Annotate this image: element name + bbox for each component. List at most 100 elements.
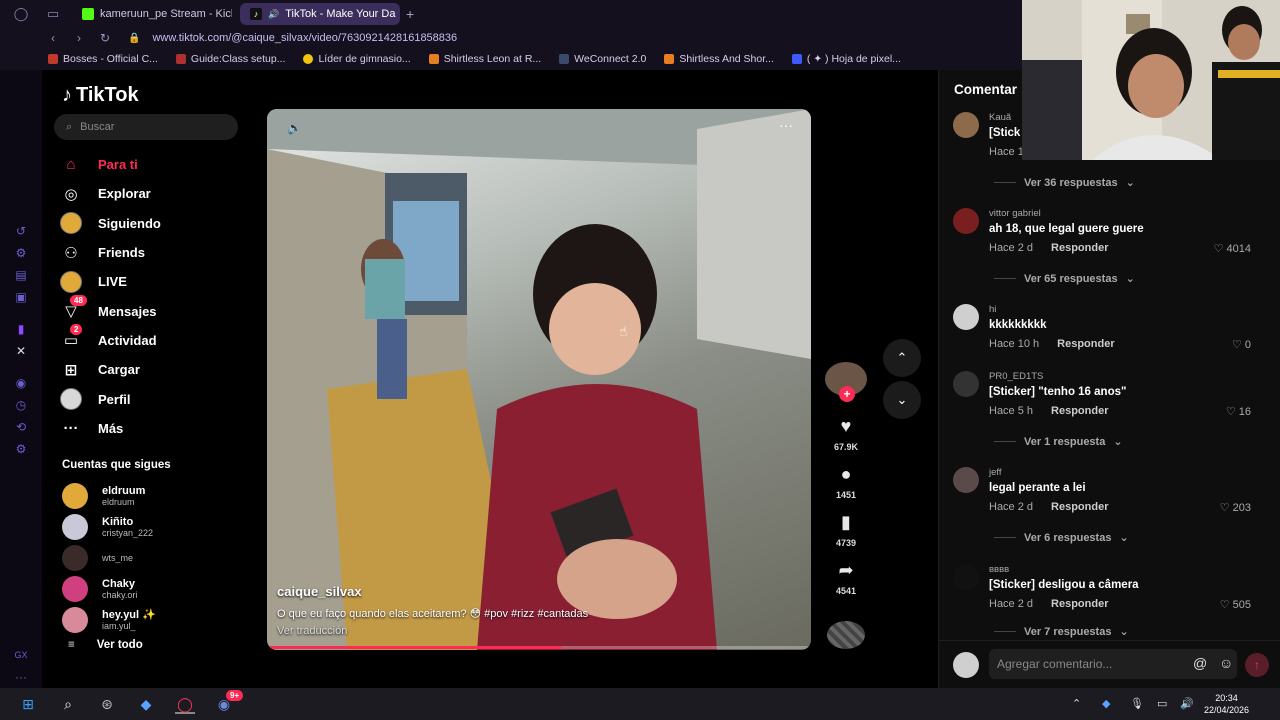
comment-action[interactable]: ● 1451 [822, 460, 870, 501]
menu-item-mensajes[interactable]: ▽ 48 Mensajes [60, 295, 161, 325]
menu-item-live[interactable]: LIVE [60, 267, 161, 296]
url-field[interactable]: www.tiktok.com/@caique_silvax/video/7630… [152, 32, 457, 44]
view-replies-button[interactable]: Ver 7 respuestas ⌄ [994, 625, 1129, 638]
send-comment-button[interactable]: ↑ [1245, 653, 1269, 677]
opera-menu-icon[interactable]: ◯ [10, 3, 32, 25]
menu-item-friends[interactable]: ⚇ Friends [60, 238, 161, 267]
view-replies-button[interactable]: Ver 1 respuesta ⌄ [994, 435, 1123, 448]
new-tab-button[interactable]: + [406, 6, 414, 22]
windows-start-icon[interactable]: ⊞ [18, 694, 38, 714]
comment-like-button[interactable]: ♡ 203 [1220, 501, 1251, 515]
comment-like-button[interactable]: ♡ 505 [1220, 598, 1251, 612]
video-player[interactable]: 🔈 ··· ☝ caique_silvax O que eu faço quan… [267, 109, 811, 650]
comment-like-button[interactable]: ♡ 0 [1232, 338, 1251, 352]
tab-overview-icon[interactable]: ▭ [42, 3, 64, 25]
bookmark-item[interactable]: Shirtless Leon at R... [428, 53, 541, 65]
view-replies-button[interactable]: Ver 6 respuestas ⌄ [994, 531, 1129, 544]
next-video-button[interactable]: ⌄ [883, 381, 921, 419]
tray-volume-icon[interactable]: 🔊 [1180, 697, 1194, 710]
view-replies-button[interactable]: Ver 36 respuestas ⌄ [994, 176, 1135, 189]
taskbar-steam-icon[interactable]: ⊛ [97, 694, 117, 714]
sidebar-bot-icon[interactable]: ⚙ [12, 244, 30, 262]
menu-item-siguiendo[interactable]: Siguiendo [60, 209, 161, 238]
comment-user[interactable]: hi [989, 304, 996, 315]
following-account[interactable]: wts_me [62, 542, 156, 573]
mention-icon[interactable]: @ [1193, 655, 1207, 671]
share-action[interactable]: ➦ 4541 [822, 556, 870, 597]
following-account[interactable]: hey.yul ✨ iam.yul_ [62, 604, 156, 635]
reply-button[interactable]: Responder [1057, 338, 1114, 350]
taskbar-discord-icon[interactable]: ◉ 9+ [214, 690, 244, 714]
tray-mic-icon[interactable]: 🎙 [1130, 697, 1144, 710]
mute-icon[interactable]: 🔈 [287, 121, 302, 135]
taskbar-opera-gx-icon[interactable]: ◯ [175, 694, 195, 714]
search-input[interactable]: ⌕ Buscar [54, 114, 238, 140]
taskbar-app-icon[interactable]: ◆ [136, 694, 156, 714]
system-clock[interactable]: 20:34 22/04/2026 [1204, 692, 1249, 716]
comment-user[interactable]: vittor gabriel [989, 208, 1041, 219]
tray-app-icon[interactable]: ◆ [1102, 697, 1110, 710]
tray-chevron-up-icon[interactable]: ⌃ [1072, 697, 1081, 710]
tray-display-icon[interactable]: ▭ [1157, 697, 1167, 710]
follow-plus-button[interactable]: + [839, 386, 855, 402]
sidebar-twitch-icon[interactable]: ▮ [12, 320, 30, 338]
tab-kick[interactable]: kameruun_pe Stream - Kick [72, 3, 232, 25]
see-translation-link[interactable]: Ver traducción [277, 625, 347, 637]
following-account[interactable]: Kiñito cristyan_222 [62, 511, 156, 542]
comment-icon[interactable]: ● [832, 460, 860, 488]
bookmark-item[interactable]: Líder de gimnasio... [303, 53, 411, 65]
comment-like-button[interactable]: ♡ 4014 [1214, 242, 1251, 256]
sidebar-history-icon[interactable]: ↺ [12, 222, 30, 240]
bookmark-item[interactable]: Shirtless And Shor... [664, 53, 774, 65]
sidebar-clock-icon[interactable]: ◷ [12, 396, 30, 414]
forward-icon[interactable]: › [68, 31, 90, 45]
video-author[interactable]: caique_silvax [277, 584, 362, 599]
tab-tiktok[interactable]: ♪ 🔊 TikTok - Make Your Da [240, 3, 400, 25]
avatar[interactable] [953, 112, 979, 138]
menu-item-explorar[interactable]: ◎ Explorar [60, 179, 161, 208]
save-action[interactable]: ▮ 4739 [822, 508, 870, 549]
menu-item-actividad[interactable]: ▭ 2 Actividad [60, 324, 161, 355]
more-options-icon[interactable]: ··· [779, 117, 793, 133]
video-progress-bar[interactable] [267, 646, 811, 649]
avatar[interactable] [953, 304, 979, 330]
avatar[interactable] [953, 467, 979, 493]
sidebar-wallet-icon[interactable]: ▤ [12, 266, 30, 284]
sidebar-gx-icon[interactable]: GX [12, 646, 30, 664]
taskbar-search-icon[interactable]: ⌕ [58, 694, 78, 714]
heart-icon[interactable]: ♥ [832, 412, 860, 440]
comment-user[interactable]: jeff [989, 467, 1002, 478]
comment-user[interactable]: PR0_ED1TS [989, 371, 1043, 382]
share-icon[interactable]: ➦ [832, 556, 860, 584]
following-account[interactable]: eldruum eldruum [62, 480, 156, 511]
reply-button[interactable]: Responder [1051, 405, 1108, 417]
avatar[interactable] [953, 371, 979, 397]
emoji-icon[interactable]: ☺ [1219, 655, 1233, 671]
sidebar-refresh-icon[interactable]: ⟲ [12, 418, 30, 436]
comment-like-button[interactable]: ♡ 16 [1226, 405, 1251, 419]
comment-user[interactable]: вввв [989, 564, 1009, 575]
previous-video-button[interactable]: ⌃ [883, 339, 921, 377]
reply-button[interactable]: Responder [1051, 501, 1108, 513]
menu-item-cargar[interactable]: ⊞ Cargar [60, 355, 161, 384]
tab-audio-icon[interactable]: 🔊 [268, 9, 279, 20]
lock-icon[interactable]: 🔒 [128, 33, 140, 44]
reload-icon[interactable]: ↻ [94, 31, 116, 45]
sidebar-messenger-icon[interactable]: ▣ [12, 288, 30, 306]
tiktok-logo[interactable]: ♪ TikTok [62, 84, 139, 107]
view-replies-button[interactable]: Ver 65 respuestas ⌄ [994, 272, 1135, 285]
sidebar-x-icon[interactable]: ✕ [12, 342, 30, 360]
back-icon[interactable]: ‹ [42, 31, 64, 45]
bookmark-icon[interactable]: ▮ [832, 508, 860, 536]
avatar[interactable] [953, 564, 979, 590]
bookmark-item[interactable]: WeConnect 2.0 [559, 53, 646, 65]
sidebar-settings-icon[interactable]: ⚙ [12, 440, 30, 458]
sidebar-player-icon[interactable]: ◉ [12, 374, 30, 392]
menu-item-perfil[interactable]: Perfil [60, 384, 161, 413]
comment-user[interactable]: Kauã [989, 112, 1011, 123]
sidebar-more-icon[interactable]: ··· [12, 668, 30, 686]
music-disc-avatar[interactable] [827, 621, 865, 649]
menu-item-para-ti[interactable]: ⌂ Para ti [60, 150, 161, 179]
see-all-button[interactable]: ≡ Ver todo [68, 639, 143, 651]
bookmark-item[interactable]: Bosses - Official C... [48, 53, 158, 65]
